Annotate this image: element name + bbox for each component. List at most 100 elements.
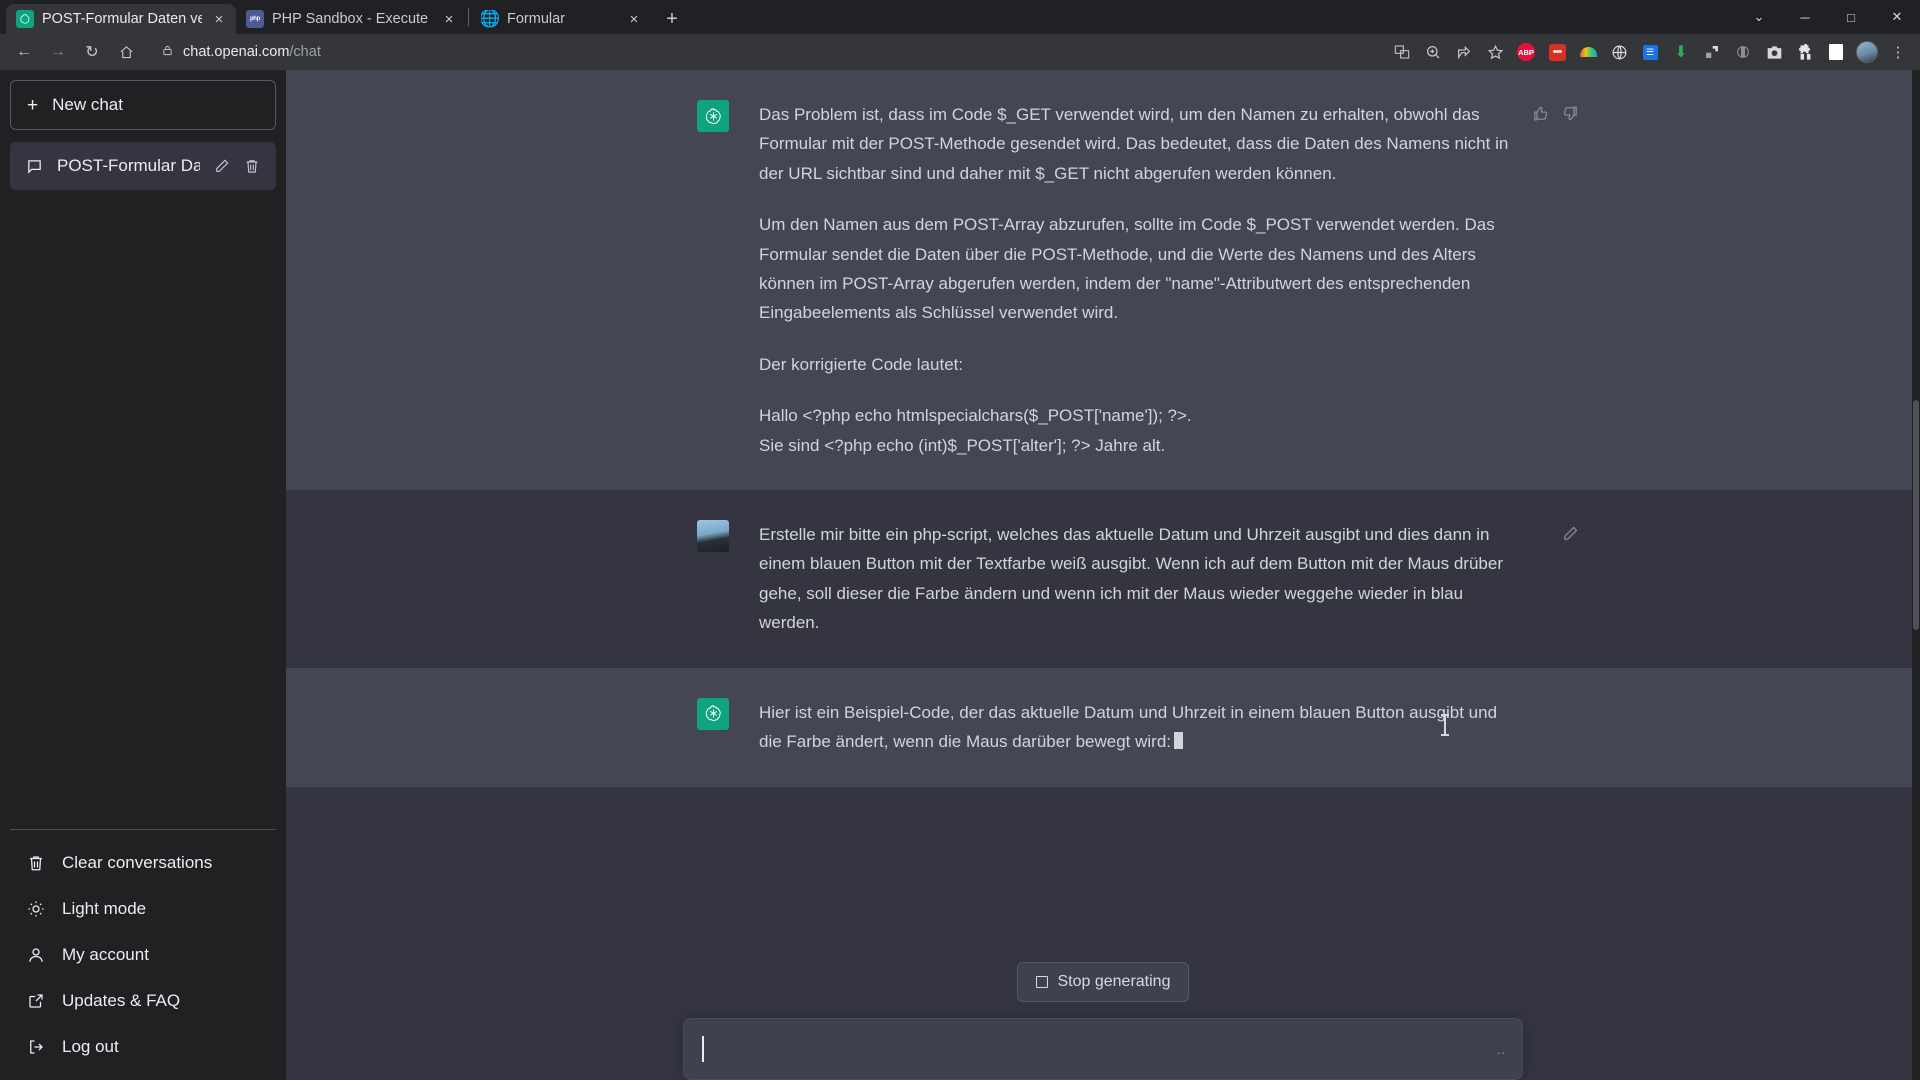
stop-square-icon (1035, 976, 1048, 988)
address-bar[interactable]: chat.openai.com/chat (150, 38, 1380, 66)
plus-icon: + (27, 94, 39, 116)
chat-bubble-icon (26, 158, 43, 175)
edit-message-icon[interactable] (1559, 522, 1581, 544)
minimize-button[interactable]: ─ (1782, 0, 1828, 34)
sidebar-item-log-out[interactable]: Log out (10, 1024, 276, 1070)
stop-generating-button[interactable]: Stop generating (1016, 962, 1190, 1002)
sidebar-item-label: Clear conversations (62, 853, 213, 872)
streaming-text: Hier ist ein Beispiel-Code, der das aktu… (759, 702, 1498, 752)
maximize-button[interactable]: □ (1828, 0, 1874, 34)
message-user-1: Erstelle mir bitte ein php-script, welch… (286, 490, 1920, 668)
url-host: chat.openai.com (183, 44, 290, 60)
sidebar-item-light-mode[interactable]: Light mode (10, 886, 276, 932)
trash-icon[interactable] (244, 158, 260, 174)
text-caret (702, 1036, 704, 1062)
tab-search-chevron-icon[interactable]: ⌄ (1736, 0, 1782, 34)
conversation-title: POST-Formular Daten v (57, 156, 200, 175)
eye-extension-icon[interactable] (1729, 38, 1757, 66)
browser-tab-3[interactable]: 🌐 Formular × (471, 4, 651, 34)
profile-avatar-icon[interactable] (1853, 38, 1881, 66)
tab-separator (468, 8, 469, 26)
lock-icon (162, 44, 173, 60)
text-cursor-pointer (1441, 714, 1449, 736)
new-chat-button[interactable]: + New chat (10, 80, 276, 130)
screenshot-camera-icon[interactable] (1760, 38, 1788, 66)
code-line: Hallo <?php echo htmlspecialchars($_POST… (759, 406, 1192, 426)
share-icon[interactable] (1450, 38, 1478, 66)
tab-title: Formular (507, 11, 566, 27)
new-tab-button[interactable]: + (657, 4, 687, 34)
blue-badge-extension-icon[interactable]: ☰ (1636, 38, 1664, 66)
code-line: Sie sind <?php echo (int)$_POST['alter']… (759, 435, 1166, 455)
home-button[interactable] (110, 36, 142, 68)
sidebar-menu: Clear conversations Light mode My accoun… (10, 829, 276, 1070)
logout-icon (26, 1038, 46, 1056)
close-icon[interactable]: × (625, 10, 643, 28)
message-paragraph: Hier ist ein Beispiel-Code, der das aktu… (759, 698, 1509, 757)
message-content: Das Problem ist, dass im Code $_GET verw… (759, 100, 1509, 460)
translate-icon[interactable] (1388, 38, 1416, 66)
message-input-container[interactable]: .. (683, 1018, 1523, 1080)
close-icon[interactable]: × (210, 10, 228, 28)
chatgpt-logo-icon (697, 697, 729, 730)
sidebar-item-updates-faq[interactable]: Updates & FAQ (10, 978, 276, 1024)
url-path: /chat (289, 44, 321, 60)
chat-area: Das Problem ist, dass im Code $_GET verw… (286, 70, 1920, 1080)
message-assistant-1: Das Problem ist, dass im Code $_GET verw… (286, 70, 1920, 491)
tab-title: PHP Sandbox - Execute PHP code (272, 11, 432, 27)
close-window-button[interactable]: ✕ (1874, 0, 1920, 34)
chatgpt-icon (16, 10, 34, 28)
adblock-plus-icon[interactable]: ABP (1512, 38, 1540, 66)
red-dots-extension-icon[interactable]: ••• (1543, 38, 1571, 66)
message-content: Erstelle mir bitte ein php-script, welch… (759, 520, 1509, 638)
message-content: Hier ist ein Beispiel-Code, der das aktu… (759, 698, 1509, 757)
message-paragraph: Um den Namen aus dem POST-Array abzurufe… (759, 215, 1495, 323)
sidebar-item-clear-conversations[interactable]: Clear conversations (10, 840, 276, 886)
trash-icon (26, 854, 46, 872)
page-scrollbar[interactable] (1912, 70, 1920, 1080)
bookmark-star-icon[interactable] (1481, 38, 1509, 66)
forward-button[interactable]: → (42, 36, 74, 68)
back-button[interactable]: ← (8, 36, 40, 68)
composer-row: .. (286, 1018, 1920, 1080)
pocket-extension-icon[interactable] (1698, 38, 1726, 66)
sidebar-item-label: Log out (62, 1037, 119, 1056)
globe-extension-icon[interactable] (1605, 38, 1633, 66)
sidepanel-icon[interactable] (1822, 38, 1850, 66)
thumbs-down-icon[interactable] (1559, 102, 1581, 124)
zoom-search-icon[interactable] (1419, 38, 1447, 66)
close-icon[interactable]: × (440, 10, 458, 28)
sidebar-item-label: My account (62, 945, 149, 964)
window-controls: ⌄ ─ □ ✕ (1736, 0, 1920, 34)
browser-tab-1[interactable]: POST-Formular Daten verarbeiten × (6, 4, 236, 34)
composer-zone: Stop generating .. (286, 940, 1920, 1080)
download-arrow-icon[interactable]: ⬇ (1667, 38, 1695, 66)
sun-icon (26, 900, 46, 918)
message-paragraph: Erstelle mir bitte ein php-script, welch… (759, 525, 1503, 633)
globe-icon: 🌐 (481, 10, 499, 28)
user-photo-avatar (697, 520, 729, 553)
conversation-list: POST-Formular Daten v (10, 142, 276, 190)
reload-button[interactable]: ↻ (76, 36, 108, 68)
pencil-icon[interactable] (214, 158, 230, 174)
browser-tab-2[interactable]: php PHP Sandbox - Execute PHP code × (236, 4, 466, 34)
conversation-item-active[interactable]: POST-Formular Daten v (10, 142, 276, 190)
new-chat-label: New chat (52, 95, 123, 114)
sidebar: + New chat POST-Formular Daten v (0, 70, 286, 1080)
external-link-icon (26, 992, 46, 1010)
sidebar-item-my-account[interactable]: My account (10, 932, 276, 978)
extension-tray: ABP ••• ☰ ⬇ ⋮ (1388, 38, 1912, 66)
url-text: chat.openai.com/chat (183, 44, 321, 60)
user-icon (26, 946, 46, 964)
chatgpt-app: + New chat POST-Formular Daten v (0, 70, 1920, 1080)
thumbs-up-icon[interactable] (1529, 102, 1551, 124)
stop-generating-label: Stop generating (1057, 973, 1171, 990)
puzzle-extensions-icon[interactable] (1791, 38, 1819, 66)
resize-handle[interactable]: .. (1497, 1042, 1506, 1057)
message-assistant-2: Hier ist ein Beispiel-Code, der das aktu… (286, 667, 1920, 787)
chrome-menu-icon[interactable]: ⋮ (1884, 38, 1912, 66)
rainbow-extension-icon[interactable] (1574, 38, 1602, 66)
browser-toolbar: ← → ↻ chat.openai.com/chat ABP ••• ☰ ⬇ ⋮ (0, 34, 1920, 70)
sidebar-item-label: Light mode (62, 899, 147, 918)
scrollbar-thumb[interactable] (1913, 400, 1919, 630)
